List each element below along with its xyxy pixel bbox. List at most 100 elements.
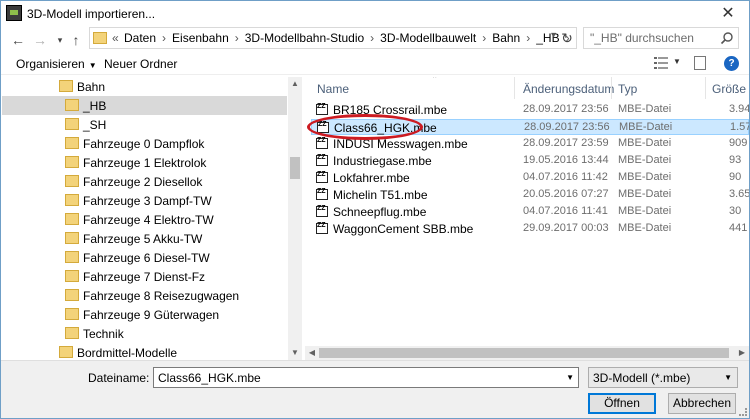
file-type: MBE-Datei <box>618 154 672 166</box>
tree-item-fahrzeuge-3[interactable]: Fahrzeuge 3 Dampf-TW <box>2 191 287 210</box>
file-date: 04.07.2016 11:42 <box>523 171 608 183</box>
file-date: 20.05.2016 07:27 <box>523 188 609 200</box>
forward-arrow-icon[interactable]: → <box>31 31 49 49</box>
breadcrumb-item[interactable]: 3D-Modellbahn-Studio <box>245 31 364 45</box>
column-header-size[interactable]: Größe <box>712 82 746 96</box>
folder-icon <box>65 213 79 225</box>
tree-item-bahn[interactable]: Bahn <box>2 77 287 96</box>
breadcrumb-item[interactable]: 3D-Modellbauwelt <box>380 31 476 45</box>
highlight-ring <box>307 114 423 140</box>
file-size: 3.657 <box>729 188 749 200</box>
resize-grip[interactable] <box>739 408 747 416</box>
breadcrumb-item[interactable]: _HB <box>536 31 559 45</box>
tree-item-fahrzeuge-1[interactable]: Fahrzeuge 1 Elektrolok <box>2 153 287 172</box>
help-icon[interactable]: ? <box>724 56 739 71</box>
address-bar[interactable]: « Daten › Eisenbahn › 3D-Modellbahn-Studio › 3… <box>89 27 577 49</box>
tree-item-fahrzeuge-4[interactable]: Fahrzeuge 4 Elektro-TW <box>2 210 287 229</box>
folder-icon <box>65 175 79 187</box>
tree-item-label: Fahrzeuge 1 Elektrolok <box>83 156 207 170</box>
tree-item-fahrzeuge-2[interactable]: Fahrzeuge 2 Diesellok <box>2 172 287 191</box>
tree-scrollbar[interactable]: ▲ ▼ <box>288 77 302 360</box>
file-row[interactable]: Schneepflug.mbe 04.07.2016 11:41 MBE-Dat… <box>311 204 749 220</box>
file-type: MBE-Datei <box>618 222 672 234</box>
dialog-footer: Dateiname: Class66_HGK.mbe ▼ 3D-Modell (… <box>1 360 749 418</box>
scroll-right-icon[interactable]: ▶ <box>735 346 749 360</box>
scroll-thumb[interactable] <box>290 157 300 179</box>
tree-item-fahrzeuge-6[interactable]: Fahrzeuge 6 Diesel-TW <box>2 248 287 267</box>
scroll-left-icon[interactable]: ◀ <box>305 346 319 360</box>
folder-icon <box>65 289 79 301</box>
file-type-filter[interactable]: 3D-Modell (*.mbe) ▼ <box>588 367 738 388</box>
tree-item-fahrzeuge-9[interactable]: Fahrzeuge 9 Güterwagen <box>2 305 287 324</box>
column-header-type[interactable]: Typ <box>618 82 637 96</box>
filename-label: Dateiname: <box>88 371 150 385</box>
address-prefix[interactable]: « <box>112 31 119 45</box>
breadcrumb-item[interactable]: Bahn <box>492 31 520 45</box>
search-input[interactable] <box>590 30 718 46</box>
back-arrow-icon[interactable]: ← <box>9 31 27 49</box>
view-icon[interactable] <box>654 56 668 70</box>
file-date: 28.09.2017 23:59 <box>523 137 609 149</box>
search-box[interactable] <box>583 27 739 49</box>
tree-item-label: Fahrzeuge 0 Dampflok <box>83 137 205 151</box>
file-row[interactable]: Lokfahrer.mbe 04.07.2016 11:42 MBE-Datei… <box>311 170 749 186</box>
navigation-bar: ← → ▾ ↑ « Daten › Eisenbahn › 3D-Modellbahn-… <box>1 27 749 53</box>
file-type: MBE-Datei <box>618 137 672 149</box>
refresh-icon[interactable]: ↻ <box>559 30 575 46</box>
close-icon[interactable]: ✕ <box>717 4 739 24</box>
tree-item-fahrzeuge-8[interactable]: Fahrzeuge 8 Reisezugwagen <box>2 286 287 305</box>
tree-item-label: _HB <box>83 99 107 113</box>
file-row[interactable]: WaggonCement SBB.mbe 29.09.2017 00:03 MB… <box>311 221 749 237</box>
mbe-file-icon <box>316 205 328 217</box>
file-row[interactable]: Industriegase.mbe 19.05.2016 13:44 MBE-D… <box>311 153 749 169</box>
scroll-up-icon[interactable]: ▲ <box>288 77 302 91</box>
tree-item-label: _SH <box>83 118 107 132</box>
address-dropdown-icon[interactable]: ▾ <box>551 30 556 41</box>
file-name: Michelin T51.mbe <box>333 188 428 202</box>
tree-item-bordmittel[interactable]: Bordmittel-Modelle <box>2 343 287 360</box>
folder-icon <box>65 137 79 149</box>
preview-pane-icon[interactable] <box>694 56 706 70</box>
column-header-date[interactable]: Änderungsdatum <box>523 82 614 96</box>
file-date: 28.09.2017 23:56 <box>524 121 610 133</box>
file-size: 90 <box>729 171 742 183</box>
tree-item-label: Fahrzeuge 5 Akku-TW <box>83 232 203 246</box>
folder-icon <box>65 118 79 130</box>
tree-item-sh[interactable]: _SH <box>2 115 287 134</box>
import-dialog: 3D-Modell importieren... ✕ ← → ▾ ↑ « Dat… <box>0 0 750 419</box>
scroll-thumb[interactable] <box>319 348 729 358</box>
file-type: MBE-Datei <box>619 121 673 133</box>
scroll-down-icon[interactable]: ▼ <box>288 346 302 360</box>
tree-item-fahrzeuge-7[interactable]: Fahrzeuge 7 Dienst-Fz <box>2 267 287 286</box>
open-button[interactable]: Öffnen <box>588 393 656 414</box>
file-size: 93 <box>729 154 742 166</box>
file-size: 441 <box>729 222 748 234</box>
folder-icon <box>65 308 79 320</box>
file-date: 29.09.2017 00:03 <box>523 222 609 234</box>
folder-icon <box>93 32 107 44</box>
organize-button[interactable]: Organisieren ▼ <box>16 57 97 71</box>
filename-field[interactable]: Class66_HGK.mbe ▼ <box>153 367 579 388</box>
file-date: 28.09.2017 23:56 <box>523 103 609 115</box>
breadcrumb-item[interactable]: Eisenbahn <box>172 31 229 45</box>
chevron-down-icon[interactable]: ▼ <box>566 373 574 382</box>
file-type: MBE-Datei <box>618 188 672 200</box>
mbe-file-icon <box>316 171 328 183</box>
new-folder-button[interactable]: Neuer Ordner <box>104 57 177 71</box>
tree-item-hb[interactable]: _HB <box>2 96 287 115</box>
breadcrumb-item[interactable]: Daten <box>124 31 156 45</box>
tree-item-label: Fahrzeuge 7 Dienst-Fz <box>83 270 206 284</box>
tree-item-label: Fahrzeuge 8 Reisezugwagen <box>83 289 240 303</box>
tree-item-label: Bordmittel-Modelle <box>77 346 178 360</box>
filename-value: Class66_HGK.mbe <box>158 371 261 385</box>
column-header-name[interactable]: Name <box>317 82 349 96</box>
up-arrow-icon[interactable]: ↑ <box>67 31 85 49</box>
tree-item-technik[interactable]: Technik <box>2 324 287 343</box>
file-row[interactable]: Michelin T51.mbe 20.05.2016 07:27 MBE-Da… <box>311 187 749 203</box>
cancel-button[interactable]: Abbrechen <box>668 393 736 414</box>
file-list-scrollbar[interactable]: ◀ ▶ <box>305 346 749 360</box>
tree-item-fahrzeuge-0[interactable]: Fahrzeuge 0 Dampflok <box>2 134 287 153</box>
tree-item-fahrzeuge-5[interactable]: Fahrzeuge 5 Akku-TW <box>2 229 287 248</box>
view-dropdown-icon[interactable]: ▼ <box>673 57 681 66</box>
search-icon[interactable] <box>720 31 734 45</box>
